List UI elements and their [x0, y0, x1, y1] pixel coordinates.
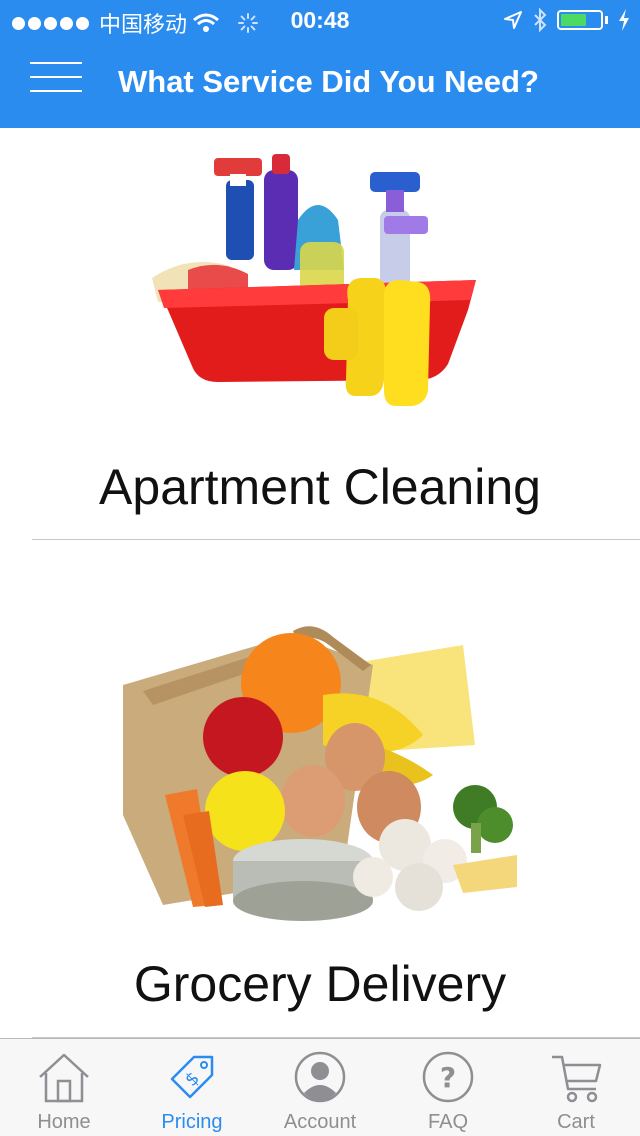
- service-label: Grocery Delivery: [133, 956, 507, 1012]
- tab-cart[interactable]: Cart: [512, 1039, 640, 1136]
- page-title: What Service Did You Need?: [118, 64, 539, 99]
- tab-faq[interactable]: ? FAQ: [384, 1039, 512, 1136]
- tab-label: Home: [37, 1111, 91, 1133]
- tab-label: Account: [283, 1111, 357, 1133]
- user-icon: [294, 1051, 346, 1103]
- services-list: Apartment Cleaning Grocery Delivery: [0, 128, 640, 1038]
- question-icon: ?: [422, 1051, 474, 1103]
- status-bar: 中国移动 00:48: [0, 0, 640, 40]
- status-right: [503, 8, 630, 32]
- tab-home[interactable]: Home: [0, 1039, 128, 1136]
- bottom-tab-bar: Home $ Pricing Account ? FAQ Cart: [0, 1038, 640, 1136]
- service-card-apartment-cleaning[interactable]: Apartment Cleaning: [0, 128, 640, 540]
- charging-bolt-icon: [619, 9, 629, 31]
- battery-tip: [605, 16, 608, 24]
- tab-pricing[interactable]: $ Pricing: [128, 1039, 256, 1136]
- nav-header: What Service Did You Need?: [0, 40, 640, 128]
- service-label: Apartment Cleaning: [99, 459, 541, 515]
- top-bar: 中国移动 00:48 What Service Did You Need?: [0, 0, 640, 128]
- tab-label: Pricing: [161, 1111, 223, 1133]
- price-tag-icon: $: [170, 1055, 214, 1099]
- hamburger-menu-icon[interactable]: [30, 62, 82, 102]
- battery-icon: [557, 10, 603, 30]
- cleaning-supplies-image: [152, 154, 476, 406]
- location-arrow-icon: [504, 11, 522, 29]
- cart-icon: [552, 1055, 602, 1103]
- svg-text:?: ?: [440, 1061, 456, 1094]
- tab-label: FAQ: [427, 1111, 468, 1133]
- grocery-bag-image: [123, 625, 517, 925]
- tab-label: Cart: [557, 1111, 595, 1133]
- house-icon: [39, 1053, 89, 1103]
- tab-account[interactable]: Account: [256, 1039, 384, 1136]
- service-card-grocery-delivery[interactable]: Grocery Delivery: [0, 540, 640, 1038]
- bluetooth-icon: [534, 8, 547, 32]
